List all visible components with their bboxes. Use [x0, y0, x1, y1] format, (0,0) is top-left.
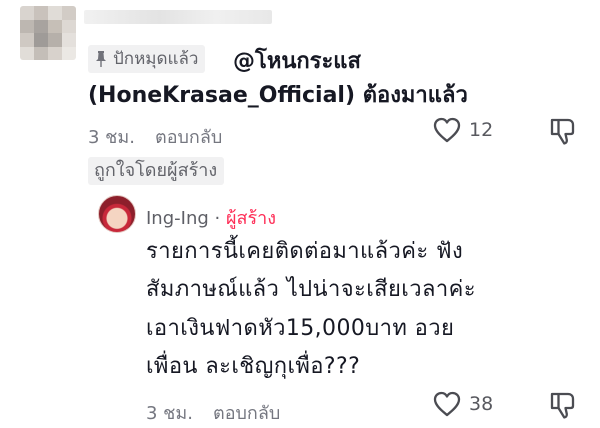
liked-by-creator-label: ถูกใจโดยผู้สร้าง: [94, 160, 218, 181]
comment-time: 3 ชม.: [88, 127, 135, 148]
thumbs-down-icon[interactable]: [548, 116, 578, 146]
reply-text-line: สัมภาษณ์แล้ว ไปน่าจะเสียเวลาค่ะ: [146, 277, 476, 302]
heart-icon: [433, 391, 461, 417]
liked-by-creator-badge: ถูกใจโดยผู้สร้าง: [88, 157, 225, 185]
pinned-badge: ปักหมุดแล้ว: [88, 45, 206, 73]
pinned-label: ปักหมุดแล้ว: [113, 49, 199, 69]
reply-reply-button[interactable]: ตอบกลับ: [213, 398, 280, 427]
reply-text-line: เอาเงินฟาดหัว15,000บาท อวย: [146, 316, 455, 341]
reply-like-count: 38: [469, 393, 494, 415]
comment-mention[interactable]: @โหนกระแส: [233, 43, 361, 78]
reply-avatar[interactable]: [98, 195, 136, 233]
reply-author-line: Ing-Ing · ผู้สร้าง: [146, 203, 276, 232]
reply-author[interactable]: Ing-Ing: [146, 208, 209, 229]
comment-like-button[interactable]: 12: [432, 116, 493, 144]
reply-text-line: เพื่อน ละเชิญกุเพื่อ???: [146, 354, 361, 379]
commenter-avatar-blurred[interactable]: [20, 6, 76, 60]
separator-dot: ·: [214, 208, 221, 229]
comment-text-line: (HoneKrasae_Official) ต้องมาแล้ว: [88, 83, 468, 108]
reply-text-line: รายการนี้เคยติดต่อมาแล้วค่ะ ฟัง: [146, 239, 464, 264]
comment-like-count: 12: [469, 119, 494, 141]
heart-icon: [433, 117, 461, 143]
pin-icon: [96, 51, 106, 67]
reply-time: 3 ชม.: [146, 403, 193, 424]
creator-label: ผู้สร้าง: [225, 208, 277, 229]
comment-reply-button[interactable]: ตอบกลับ: [155, 122, 222, 151]
thumbs-down-icon[interactable]: [548, 390, 578, 420]
reply-like-button[interactable]: 38: [432, 390, 493, 418]
commenter-name-blurred[interactable]: [84, 10, 272, 24]
